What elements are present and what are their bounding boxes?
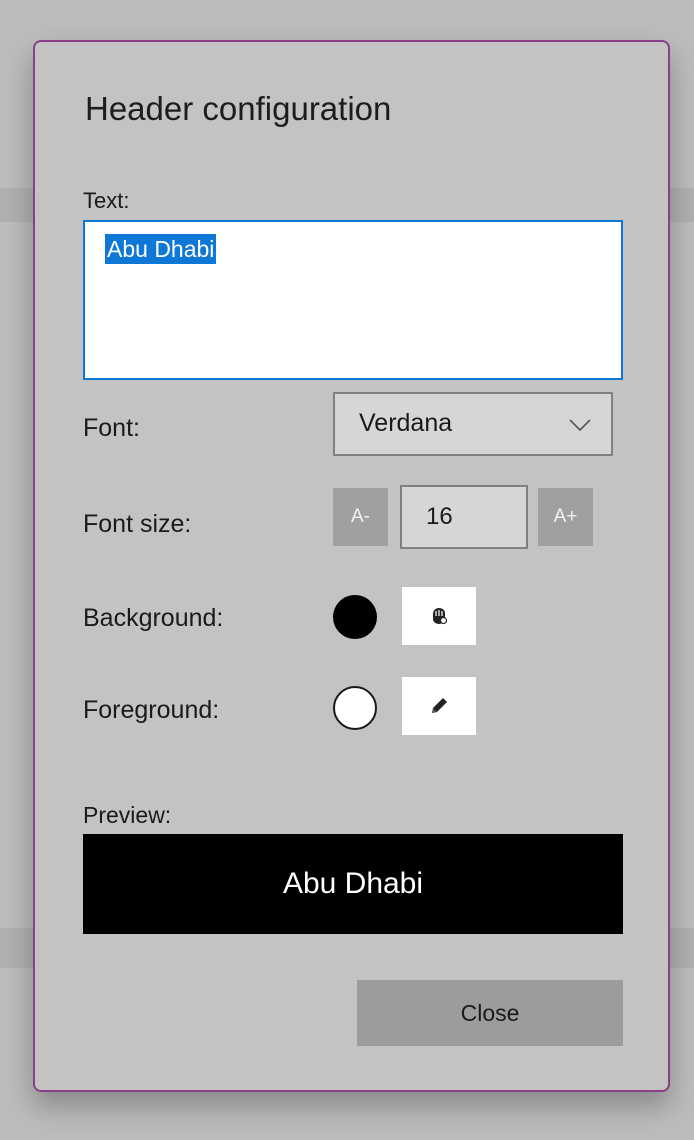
header-text-input[interactable]: Abu Dhabi [83,220,623,380]
background-label: Background: [83,604,224,632]
header-preview: Abu Dhabi [83,834,623,934]
font-size-value: 16 [426,503,453,530]
font-size-label: Font size: [83,510,192,538]
font-size-input[interactable]: 16 [400,485,528,549]
decrease-font-size-button[interactable]: A- [333,488,388,546]
background-color-swatch [333,595,377,639]
font-label: Font: [83,414,140,442]
hand-picker-icon [433,608,448,625]
pencil-icon [432,698,447,713]
close-button[interactable]: Close [357,980,623,1046]
foreground-label: Foreground: [83,696,220,724]
header-configuration-dialog: Header configuration Text: Abu Dhabi Fon… [33,40,670,1092]
increase-font-size-button[interactable]: A+ [538,488,593,546]
selected-text: Abu Dhabi [105,234,217,264]
dialog-title: Header configuration [85,90,392,127]
text-label: Text: [83,188,130,213]
font-select-value: Verdana [359,409,453,437]
preview-label: Preview: [83,802,172,828]
chevron-down-icon [569,419,591,432]
background-color-picker-button[interactable] [402,587,476,645]
preview-text: Abu Dhabi [282,867,424,900]
foreground-color-swatch [333,686,377,730]
font-select[interactable]: Verdana [333,392,613,456]
foreground-color-picker-button[interactable] [402,677,476,735]
